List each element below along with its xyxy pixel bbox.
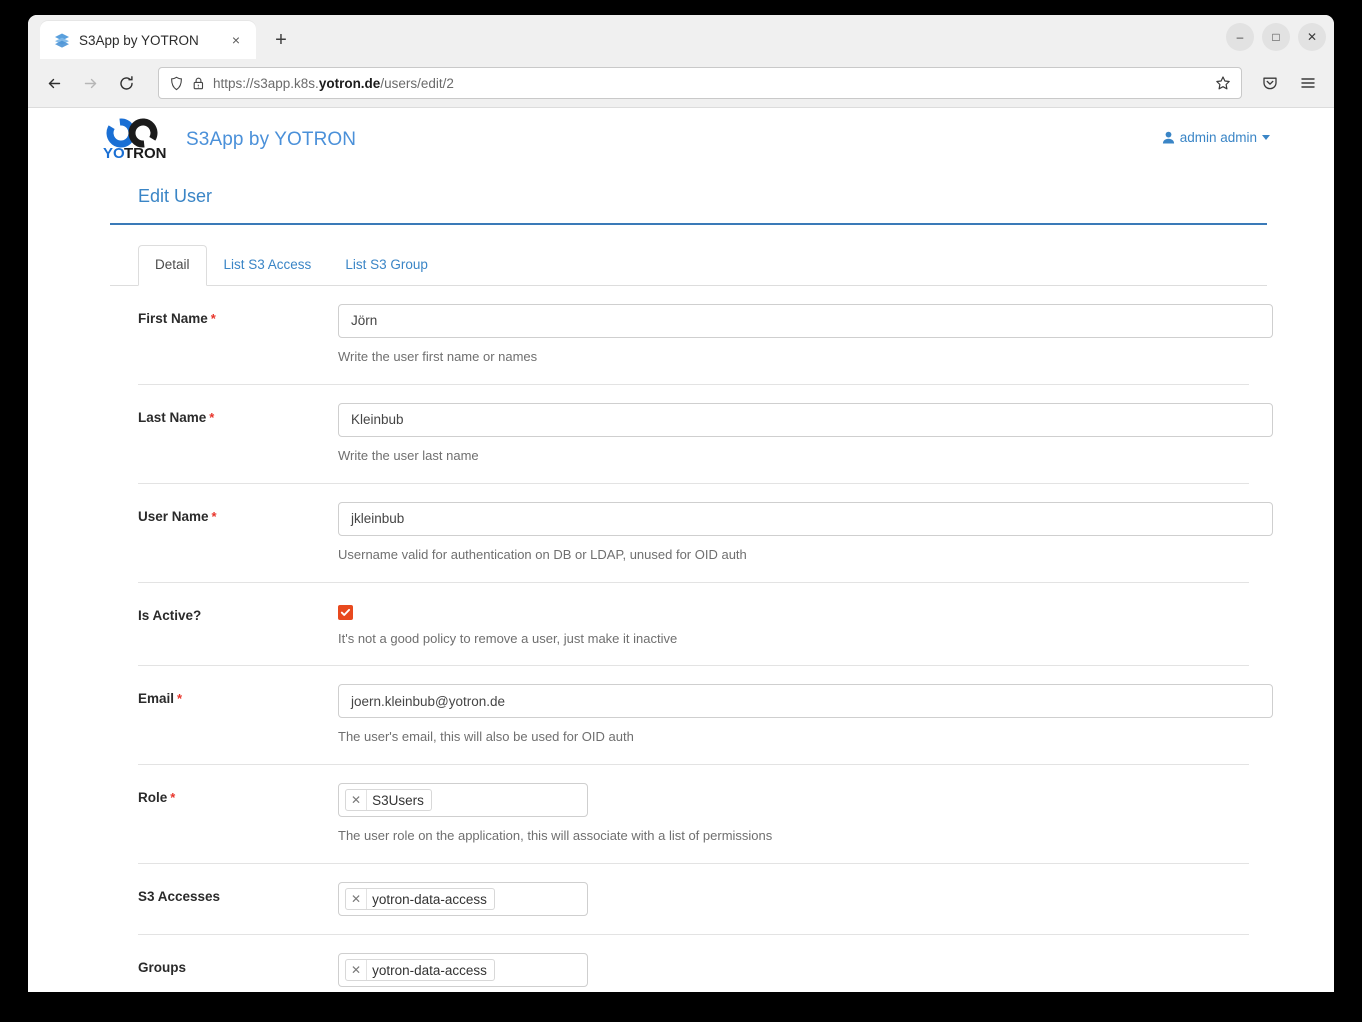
- tag-label: yotron-data-access: [372, 891, 487, 907]
- browser-tab-strip: S3App by YOTRON × + – □ ✕: [28, 15, 1334, 59]
- help-role: The user role on the application, this w…: [338, 828, 773, 844]
- user-name-input[interactable]: jkleinbub: [338, 501, 1273, 536]
- check-icon: [340, 608, 351, 616]
- browser-nav-bar: https://s3app.k8s.yotron.de/users/edit/2: [28, 59, 1334, 108]
- page-container: Edit User Detail List S3 Access List S3 …: [110, 172, 1273, 992]
- label-email: Email *: [138, 691, 183, 707]
- desktop-background: S3App by YOTRON × + – □ ✕ https://s3app.…: [0, 0, 1362, 1022]
- role-multiselect[interactable]: ✕ S3Users: [338, 783, 588, 818]
- form-row-email: Email * joern.kleinbub@yotron.de The user…: [138, 666, 1273, 766]
- page-title: Edit User: [110, 172, 1267, 225]
- remove-tag-icon[interactable]: ✕: [346, 960, 368, 981]
- tag-label: yotron-data-access: [372, 962, 487, 978]
- brand-title[interactable]: S3App by YOTRON: [186, 129, 356, 151]
- is-active-checkbox[interactable]: [338, 604, 353, 620]
- form-row-user-name: User Name * jkleinbub Username valid for …: [138, 484, 1273, 583]
- star-icon[interactable]: [1213, 73, 1233, 93]
- label-is-active: Is Active?: [138, 607, 202, 623]
- form-row-role: Role * ✕ S3Users The user role on the app…: [138, 765, 1249, 865]
- label-first-name: First Name *: [138, 310, 216, 326]
- shield-icon[interactable]: [169, 76, 184, 91]
- browser-tab[interactable]: S3App by YOTRON ×: [40, 21, 256, 59]
- layers-icon: [54, 32, 70, 48]
- url-domain: yotron.de: [318, 75, 381, 91]
- form-row-first-name: First Name * Jörn Write the user first na…: [138, 286, 1273, 385]
- hamburger-menu-icon[interactable]: [1292, 67, 1324, 99]
- help-is-active: It's not a good policy to remove a user,…: [338, 630, 678, 646]
- chevron-down-icon: [1262, 135, 1270, 140]
- form-row-groups: Groups ✕ yotron-data-access: [138, 935, 1249, 992]
- svg-text:TRON: TRON: [124, 145, 167, 162]
- remove-tag-icon[interactable]: ✕: [346, 790, 368, 811]
- url-prefix: https://s3app.k8s.: [213, 75, 319, 91]
- required-marker: *: [170, 790, 176, 806]
- browser-tab-title: S3App by YOTRON: [79, 32, 199, 48]
- close-icon[interactable]: ×: [226, 30, 246, 50]
- label-groups: Groups: [138, 960, 187, 976]
- app-header: YO TRON S3App by YOTRON admin admin: [28, 108, 1334, 172]
- close-window-icon[interactable]: ✕: [1298, 23, 1326, 51]
- user-icon: [1162, 131, 1175, 144]
- form-tabs: Detail List S3 Access List S3 Group: [110, 245, 1267, 286]
- forward-icon: [74, 67, 106, 99]
- email-input[interactable]: joern.kleinbub@yotron.de: [338, 684, 1273, 719]
- address-bar[interactable]: https://s3app.k8s.yotron.de/users/edit/2: [158, 67, 1242, 99]
- help-user-name: Username valid for authentication on DB …: [338, 546, 747, 562]
- form-row-last-name: Last Name * Kleinbub Write the user last …: [138, 385, 1273, 484]
- first-name-input[interactable]: Jörn: [338, 303, 1273, 338]
- required-marker: *: [210, 310, 216, 326]
- back-icon[interactable]: [38, 67, 70, 99]
- nav-right-icons: [1254, 67, 1324, 99]
- user-menu-label: admin admin: [1179, 130, 1257, 145]
- edit-user-form: First Name * Jörn Write the user first na…: [110, 286, 1273, 992]
- s3-accesses-multiselect[interactable]: ✕ yotron-data-access: [338, 882, 588, 917]
- pocket-icon[interactable]: [1254, 67, 1286, 99]
- label-last-name: Last Name *: [138, 409, 215, 425]
- url-path: /users/edit/2: [380, 75, 454, 91]
- help-last-name: Write the user last name: [338, 447, 479, 463]
- reload-icon[interactable]: [110, 67, 142, 99]
- help-email: The user's email, this will also be used…: [338, 729, 634, 745]
- url-text: https://s3app.k8s.yotron.de/users/edit/2: [213, 76, 1213, 91]
- label-user-name: User Name *: [138, 508, 217, 524]
- tag-label: S3Users: [372, 792, 424, 808]
- browser-window: S3App by YOTRON × + – □ ✕ https://s3app.…: [28, 15, 1334, 992]
- svg-text:YO: YO: [103, 145, 125, 162]
- yotron-logo[interactable]: YO TRON: [103, 118, 167, 162]
- remove-tag-icon[interactable]: ✕: [346, 889, 368, 910]
- help-first-name: Write the user first name or names: [338, 348, 538, 364]
- tab-list-s3-access[interactable]: List S3 Access: [207, 245, 329, 286]
- yotron-logo-icon: YO TRON: [103, 118, 167, 162]
- user-menu[interactable]: admin admin: [1162, 130, 1270, 145]
- maximize-icon[interactable]: □: [1262, 23, 1290, 51]
- required-marker: *: [209, 409, 215, 425]
- tag-chip[interactable]: ✕ S3Users: [345, 789, 432, 812]
- form-row-is-active: Is Active? It's not a good policy to rem…: [138, 583, 1249, 667]
- tab-detail[interactable]: Detail: [138, 245, 207, 286]
- tag-chip[interactable]: ✕ yotron-data-access: [345, 888, 495, 911]
- last-name-input[interactable]: Kleinbub: [338, 402, 1273, 437]
- new-tab-button[interactable]: +: [266, 25, 296, 55]
- minimize-icon[interactable]: –: [1226, 23, 1254, 51]
- lock-warning-icon[interactable]: [191, 76, 206, 91]
- required-marker: *: [211, 508, 217, 524]
- form-row-s3-accesses: S3 Accesses ✕ yotron-data-access: [138, 864, 1249, 936]
- page-viewport: YO TRON S3App by YOTRON admin admin Edit…: [28, 108, 1334, 992]
- tab-list-s3-group[interactable]: List S3 Group: [328, 245, 445, 286]
- window-controls: – □ ✕: [1226, 23, 1326, 51]
- label-s3-accesses: S3 Accesses: [138, 889, 221, 905]
- groups-multiselect[interactable]: ✕ yotron-data-access: [338, 953, 588, 988]
- label-role: Role *: [138, 790, 176, 806]
- required-marker: *: [177, 691, 183, 707]
- tag-chip[interactable]: ✕ yotron-data-access: [345, 959, 495, 982]
